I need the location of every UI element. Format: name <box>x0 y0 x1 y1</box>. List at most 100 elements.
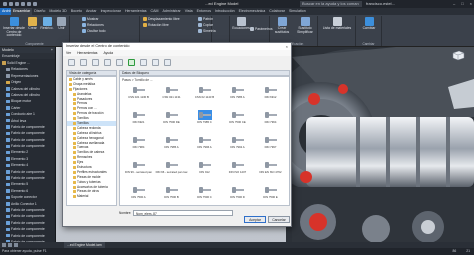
cancel-button[interactable]: Cancelar <box>268 216 290 223</box>
part-item[interactable]: DIN ISO 1207 <box>221 160 254 184</box>
folder-icon <box>73 146 76 150</box>
part-item[interactable]: DIN 7997 <box>254 135 287 159</box>
minimize-button[interactable]: – <box>453 1 455 6</box>
tree-view-icon[interactable] <box>104 58 111 66</box>
search-icon[interactable] <box>140 58 147 66</box>
pattern-button[interactable]: Patrón <box>198 17 213 21</box>
ribbon-tab[interactable]: Anotar <box>84 8 99 15</box>
home-tab-icon[interactable] <box>2 243 6 247</box>
join-button[interactable]: Unir <box>55 17 68 31</box>
show-button[interactable]: Mostrar <box>82 17 99 21</box>
part-item[interactable]: DIN 7500 DE <box>155 110 188 134</box>
ribbon-tab[interactable]: Diseño <box>32 8 47 15</box>
ribbon-tab[interactable]: Inspeccionar <box>99 8 123 15</box>
relations-button[interactable]: Relaciones <box>82 23 104 27</box>
part-item[interactable]: DIN 7964 <box>254 110 287 134</box>
part-item[interactable]: DIN 7500 CE <box>221 110 254 134</box>
refresh-icon[interactable] <box>128 58 135 66</box>
add-panel-icon[interactable]: + <box>51 47 53 53</box>
user-account[interactable]: francisco.estel... <box>366 1 395 6</box>
screw-icon <box>132 185 146 195</box>
table-view-icon[interactable] <box>152 58 159 66</box>
close-button[interactable]: × <box>470 1 472 6</box>
dialog-menu-item[interactable]: Herramientas <box>77 50 97 56</box>
ribbon-tab[interactable]: Introducción <box>213 8 237 15</box>
part-item[interactable]: DIN 912 <box>188 160 221 184</box>
ribbon-tab[interactable]: Vista <box>183 8 195 15</box>
ok-button[interactable]: Aceptar <box>244 216 266 223</box>
favorites-icon[interactable] <box>116 58 123 66</box>
component-icon <box>6 106 10 110</box>
part-item[interactable]: DIN 7984 <box>122 135 155 159</box>
part-item[interactable]: DIN EN ISO 4762 <box>254 160 287 184</box>
insert-from-content-center-button[interactable]: Insertar desde Centro de contenido <box>2 17 26 38</box>
create-button[interactable]: Crear <box>26 17 39 31</box>
ribbon-tab[interactable]: Electromecánica <box>237 8 268 15</box>
redo-icon[interactable] <box>27 2 31 6</box>
part-item[interactable]: DIN 7500 C <box>188 185 221 205</box>
part-item[interactable]: DIN 7985 C <box>188 110 221 134</box>
ribbon-tab[interactable]: Archivo <box>0 8 14 15</box>
up-icon[interactable] <box>92 58 99 66</box>
ribbon-tab[interactable]: Administrar <box>161 8 183 15</box>
ribbon-tab[interactable]: Simulation <box>287 8 308 15</box>
simplify-button[interactable]: Sustituto Simplificar <box>294 17 316 34</box>
ribbon-tab[interactable]: Herramientas <box>123 8 149 15</box>
part-item[interactable]: DIN 7500 A <box>122 185 155 205</box>
part-item[interactable]: DIN 7500 B <box>155 185 188 205</box>
ribbon-tab[interactable]: Boceto <box>69 8 84 15</box>
equations-button[interactable]: Ecuaciones <box>232 17 250 31</box>
replace-button[interactable]: Cambiar <box>358 17 380 31</box>
part-label: DIN 7500 CE <box>229 120 246 124</box>
help-search-input[interactable]: Buscar en la ayuda y los coman <box>300 1 362 7</box>
mirror-button[interactable]: Simetría <box>198 29 216 33</box>
save-icon[interactable] <box>15 2 19 6</box>
screw-icon <box>231 85 245 95</box>
open-icon[interactable] <box>9 2 13 6</box>
dialog-menu-item[interactable]: Ayuda <box>103 50 113 56</box>
ribbon-tab[interactable]: Colaborar <box>267 8 287 15</box>
part-item[interactable]: DIN 7500 E <box>254 185 287 205</box>
view-cube[interactable] <box>451 50 465 61</box>
create-icon <box>28 17 37 26</box>
undo-icon[interactable] <box>21 2 25 6</box>
dialog-close-button[interactable]: × <box>286 43 288 50</box>
part-item[interactable]: DIN 7996 A <box>188 135 221 159</box>
part-item[interactable]: DIN 6921 <box>122 110 155 134</box>
part-item[interactable]: CSN 021 1130 B <box>122 85 155 109</box>
part-item[interactable]: DIN 96 - serrated pan <box>122 160 155 184</box>
replace-icon <box>364 17 374 26</box>
new-icon[interactable] <box>3 2 7 6</box>
cascade-icon[interactable] <box>14 243 18 247</box>
constrain-button[interactable]: Restricc. <box>40 17 54 31</box>
component-icon <box>2 61 6 65</box>
dialog-menu-item[interactable]: Ver <box>66 50 71 56</box>
part-item[interactable]: DIN 96 - serrated pan low <box>155 160 188 184</box>
ribbon-tab[interactable]: CAM <box>149 8 161 15</box>
maximize-button[interactable]: □ <box>461 1 463 6</box>
part-item[interactable]: DIN 7992 A <box>221 135 254 159</box>
part-item[interactable]: DIN 7985 A <box>155 135 188 159</box>
tile-icon[interactable] <box>8 243 12 247</box>
ribbon-tab[interactable]: Ensamblar <box>11 8 33 15</box>
home-icon[interactable] <box>33 2 37 6</box>
ribbon-tab[interactable]: Entornos <box>195 8 213 15</box>
category-node[interactable]: Material <box>67 194 116 199</box>
part-item[interactable]: CSN 021 1131 <box>155 85 188 109</box>
forward-icon[interactable] <box>80 58 87 66</box>
part-item[interactable]: DIN 7500 D <box>221 185 254 205</box>
bom-button[interactable]: Lista de materiales <box>320 17 354 31</box>
part-item[interactable]: DIN 7985 A <box>221 85 254 109</box>
free-rotate-button[interactable]: Rotación libre <box>143 23 169 27</box>
back-icon[interactable] <box>68 58 75 66</box>
create-substitutes-button[interactable]: Crear sustitutos <box>272 17 292 34</box>
large-icons-icon[interactable] <box>164 58 171 66</box>
folder-icon <box>73 117 76 121</box>
free-move-button[interactable]: Desplazamiento libre <box>143 17 180 21</box>
filename-input[interactable]: Nom_elem..87 <box>133 210 233 216</box>
part-item[interactable]: CSN 02 1143 B <box>188 85 221 109</box>
ribbon-tab[interactable]: Modelo 3D <box>47 8 68 15</box>
hide-all-button[interactable]: Ocultar todo <box>82 29 105 33</box>
part-item[interactable]: DIN 6912 <box>254 85 287 109</box>
copy-button[interactable]: Copiar <box>198 23 213 27</box>
